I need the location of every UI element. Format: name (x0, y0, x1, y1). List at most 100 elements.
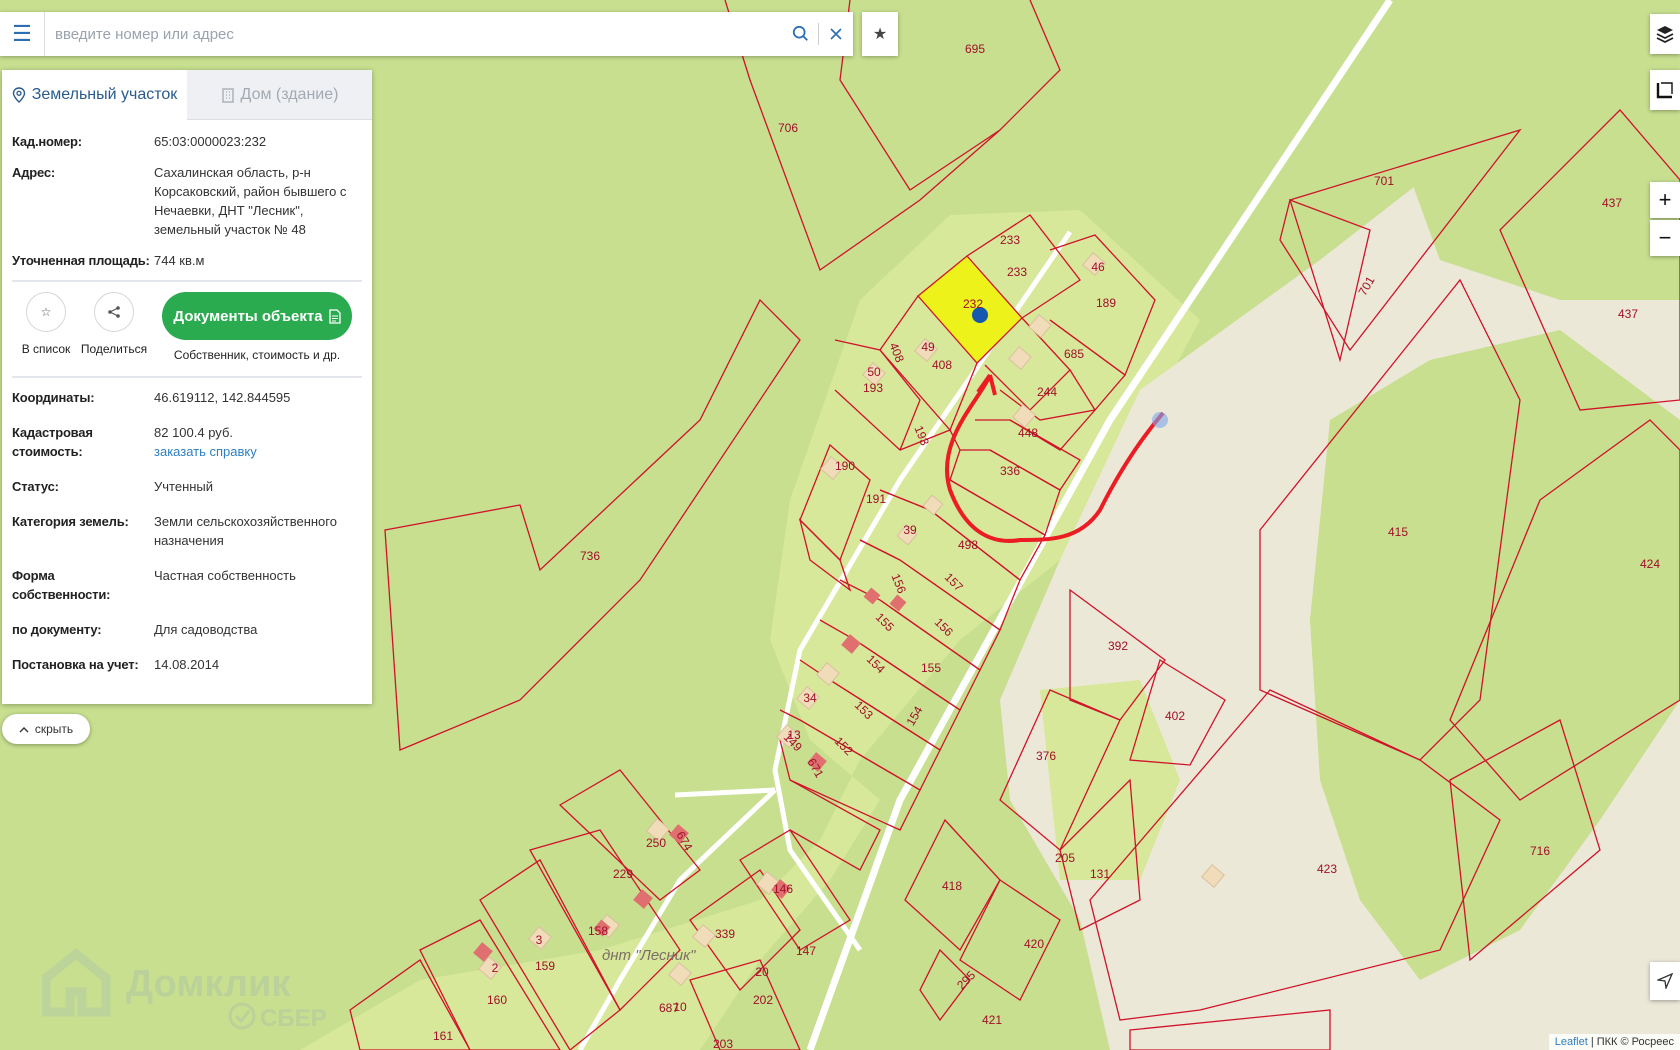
card-actions: ☆ В список Поделиться Документы объекта … (2, 286, 372, 372)
parcel-number-label: 155 (921, 661, 941, 675)
parcel-number-label: 498 (958, 538, 978, 552)
map-attribution: Leaflet | ПКК © Росреес (1548, 1034, 1680, 1050)
documents-button[interactable]: Документы объекта (162, 292, 352, 340)
parcel-number-label: 161 (433, 1029, 453, 1043)
add-to-list-action[interactable]: ☆ В список (12, 292, 80, 356)
leaflet-link[interactable]: Leaflet (1555, 1036, 1588, 1048)
parcel-number-label: 685 (1064, 347, 1084, 361)
coords-value: 46.619112, 142.844595 (154, 390, 291, 405)
status-label: Статус: (12, 479, 59, 494)
layers-icon[interactable] (1650, 14, 1680, 54)
ruler-icon[interactable] (1650, 70, 1680, 110)
divider (12, 376, 362, 378)
parcel-number-label: 336 (1000, 464, 1020, 478)
parcel-number-label: 424 (1640, 557, 1660, 571)
parcel-number-label: 339 (715, 927, 735, 941)
parcel-number-label: 421 (982, 1013, 1002, 1027)
parcel-number-label: 437 (1618, 307, 1638, 321)
menu-icon[interactable]: ☰ (0, 12, 45, 56)
status-value: Учтенный (154, 479, 214, 494)
share-label: Поделиться (80, 342, 148, 356)
parcel-number-label: 159 (535, 959, 555, 973)
add-to-list-label: В список (21, 342, 71, 356)
coords-label: Координаты: (12, 390, 95, 405)
domclick-logo: Домклик СБЕР (42, 948, 327, 1032)
parcel-number-label: 131 (1090, 867, 1110, 881)
category-value: Земли сельскохозяйственного назначения (154, 514, 337, 548)
parcel-number-label: 146 (773, 882, 793, 896)
parcel-number-label: 376 (1036, 749, 1056, 763)
cost-value: 82 100.4 руб. (154, 425, 234, 440)
parcel-number-label: 46 (1091, 260, 1105, 274)
tab-building[interactable]: Дом (здание) (187, 70, 372, 120)
hide-card-button[interactable]: скрыть (2, 714, 90, 744)
tab-land-plot[interactable]: Земельный участок (2, 70, 187, 120)
parcel-number-label: 189 (1096, 296, 1116, 310)
parcel-number-label: 160 (487, 993, 507, 1007)
parcel-number-label: 50 (867, 365, 881, 379)
parcel-number-label: 402 (1165, 709, 1185, 723)
address-label: Адрес: (12, 165, 55, 180)
parcel-number-label: 13 (787, 728, 801, 742)
parcel-info-card: Земельный участок Дом (здание) Кад.номер… (2, 70, 372, 704)
route-start-marker (1152, 412, 1168, 428)
cadastral-number-link[interactable]: 65:03:0000023:232 (154, 132, 362, 151)
parcel-number-label: 716 (1530, 844, 1550, 858)
by-document-value: Для садоводства (154, 622, 258, 637)
category-label: Категория земель: (12, 514, 129, 529)
tab-land-plot-label: Земельный участок (31, 86, 178, 103)
parcel-number-label: 415 (1388, 525, 1408, 539)
parcel-number-label: 408 (932, 358, 952, 372)
chevron-up-icon (19, 726, 29, 732)
parcel-number-label: 34 (803, 691, 817, 705)
parcel-number-label: 3 (536, 933, 543, 947)
by-document-label: по документу: (12, 622, 102, 637)
parcel-number-label: 49 (921, 340, 935, 354)
parcel-number-label: 203 (713, 1037, 733, 1050)
parcel-number-label: 20 (755, 965, 769, 979)
area-label: Уточненная площадь: (12, 253, 150, 268)
parcel-number-label: 244 (1037, 385, 1057, 399)
parcel-number-label: 687 (659, 1001, 679, 1015)
star-outline-icon[interactable]: ☆ (26, 292, 66, 332)
parcel-number-label: 695 (965, 42, 985, 56)
documents-block: Документы объекта Собственник, стоимость… (162, 292, 352, 362)
hide-card-label: скрыть (34, 722, 74, 736)
ownership-value: Частная собственность (154, 568, 296, 583)
parcel-number-label: 202 (753, 993, 773, 1007)
share-action[interactable]: Поделиться (80, 292, 148, 356)
parcel-number-label: 39 (903, 523, 917, 537)
order-certificate-link[interactable]: заказать справку (154, 442, 362, 461)
parcel-number-label: 191 (866, 492, 886, 506)
parcel-number-label: 233 (1007, 265, 1027, 279)
cadastral-number-label: Кад.номер: (12, 134, 82, 149)
parcel-number-label: 250 (646, 836, 666, 850)
parcel-number-label: 233 (1000, 233, 1020, 247)
search-bar: ☰ (0, 12, 853, 56)
parcel-number-label: 205 (1055, 851, 1075, 865)
attribution-text: | ПКК © Росреес (1587, 1036, 1674, 1048)
search-input[interactable] (45, 25, 784, 43)
locate-icon[interactable] (1650, 962, 1680, 1000)
parcel-number-label: 2 (492, 961, 499, 975)
parcel-number-label: 706 (778, 121, 798, 135)
cost-label: Кадастровая стоимость: (12, 425, 93, 459)
parcel-number-label: 229 (613, 867, 633, 881)
card-tabs: Земельный участок Дом (здание) (2, 70, 372, 120)
documents-button-label: Документы объекта (173, 307, 323, 325)
parcel-main-info: Кад.номер: 65:03:0000023:232 Адрес: Саха… (2, 120, 372, 276)
zoom-in-label: + (1658, 187, 1672, 212)
document-icon (328, 308, 341, 324)
ownership-label: Форма собственности: (12, 568, 111, 602)
address-value: Сахалинская область, р-н Корсаковский, р… (154, 165, 347, 237)
clear-icon[interactable] (819, 12, 853, 56)
favorites-star-icon[interactable]: ★ (862, 12, 898, 56)
parcel-number-label: 423 (1317, 862, 1337, 876)
documents-subtitle: Собственник, стоимость и др. (173, 348, 341, 362)
search-icon[interactable] (784, 12, 818, 56)
location-pin-icon (12, 87, 25, 103)
share-icon[interactable] (94, 292, 134, 332)
zoom-out-button[interactable]: − (1650, 220, 1680, 256)
zoom-in-button[interactable]: + (1650, 182, 1680, 218)
parcel-number-label: 158 (588, 924, 608, 938)
